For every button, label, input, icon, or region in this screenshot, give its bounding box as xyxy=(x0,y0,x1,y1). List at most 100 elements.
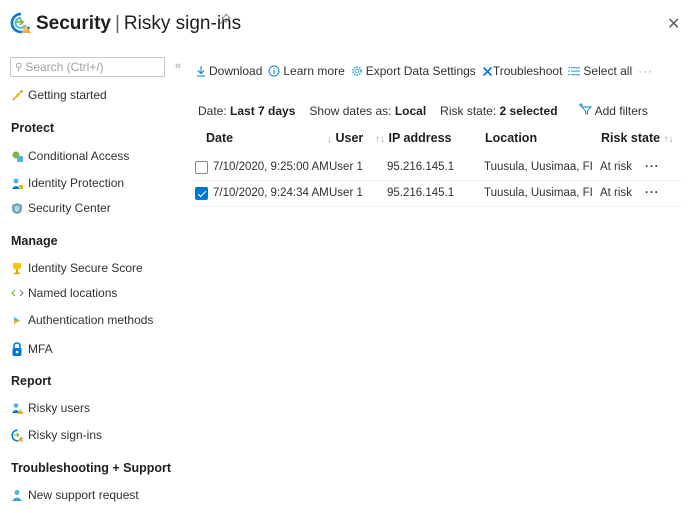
cell-ip-address: 95.216.145.1 xyxy=(387,161,455,173)
trophy-icon xyxy=(10,261,24,275)
sidebar-item-identity-protection[interactable]: Identity Protection xyxy=(10,176,124,190)
show-dates-filter-pill[interactable]: Show dates as: Local xyxy=(309,104,426,118)
cell-location: Tuusula, Uusimaa, FI xyxy=(484,161,593,173)
filter-bar: Date: Last 7 days Show dates as: Local R… xyxy=(198,103,648,118)
section-protect: Protect xyxy=(11,121,55,135)
sidebar-item-risky-sign-ins[interactable]: Risky sign-ins xyxy=(10,428,102,442)
add-filter-icon xyxy=(578,103,592,118)
command-bar: Download Learn more Export Data Settings… xyxy=(196,64,653,78)
sort-icon: ↑↓ xyxy=(375,134,385,145)
column-header-label: IP address xyxy=(388,131,452,145)
sidebar-item-label: Getting started xyxy=(28,88,107,102)
row-actions-button[interactable]: ··· xyxy=(645,161,660,173)
sidebar-item-conditional-access[interactable]: Conditional Access xyxy=(10,149,129,163)
column-header-location[interactable]: Location xyxy=(485,131,537,145)
date-filter-label: Date: xyxy=(198,103,227,118)
support-person-icon xyxy=(10,488,24,502)
sidebar-item-label: Security Center xyxy=(28,201,111,215)
cell-user: User 1 xyxy=(329,187,363,199)
sidebar-item-risky-users[interactable]: Risky users xyxy=(10,401,90,415)
code-brackets-icon xyxy=(10,286,24,300)
lock-icon xyxy=(10,341,24,356)
column-header-date[interactable]: Date xyxy=(206,131,233,145)
risk-state-value: 2 selected xyxy=(499,103,558,118)
rocket-icon xyxy=(10,88,24,102)
download-label: Download xyxy=(209,64,263,78)
sidebar-item-security-center[interactable]: Security Center xyxy=(10,201,111,215)
sidebar-item-label: Risky users xyxy=(28,401,91,415)
table-row[interactable]: 7/10/2020, 9:24:34 AM User 1 95.216.145.… xyxy=(192,181,682,207)
risk-state-filter-pill[interactable]: Risk state: 2 selected xyxy=(440,104,557,118)
column-header-label: Date xyxy=(206,131,234,145)
column-header-risk-state[interactable]: Risk state ↑↓ xyxy=(601,131,674,145)
page-title: Security | Risky sign-ins xyxy=(36,13,241,35)
shield-icon xyxy=(10,201,24,215)
section-report: Report xyxy=(11,374,52,388)
troubleshoot-button[interactable]: Troubleshoot xyxy=(482,64,563,78)
sidebar-item-new-support-request[interactable]: New support request xyxy=(10,488,139,502)
export-data-settings-button[interactable]: Export Data Settings xyxy=(351,64,476,78)
column-header-ip-address[interactable]: ↑↓ IP address xyxy=(375,131,452,145)
sidebar-item-mfa[interactable]: MFA xyxy=(10,341,53,356)
row-checkbox[interactable] xyxy=(195,161,208,174)
risky-signins-logo-icon xyxy=(10,12,31,34)
date-filter-pill[interactable]: Date: Last 7 days xyxy=(198,104,295,118)
date-filter-value: Last 7 days xyxy=(230,103,296,118)
select-all-button[interactable]: Select all xyxy=(568,64,632,78)
info-icon xyxy=(268,65,280,77)
sidebar-item-label: MFA xyxy=(28,342,53,356)
sidebar-item-label: New support request xyxy=(28,488,139,502)
add-filters-button[interactable]: Add filters xyxy=(578,103,648,118)
search-input[interactable] xyxy=(25,60,156,74)
sidebar-item-label: Identity Secure Score xyxy=(28,261,143,275)
download-button[interactable]: Download xyxy=(196,64,262,78)
learn-more-button[interactable]: Learn more xyxy=(268,64,345,78)
cell-ip-address: 95.216.145.1 xyxy=(387,187,455,199)
sort-icon: ↑↓ xyxy=(663,134,674,145)
column-header-user[interactable]: ↓ User xyxy=(327,131,363,145)
search-box[interactable]: ⚲ xyxy=(10,57,165,77)
select-all-label: Select all xyxy=(583,64,633,78)
close-icon[interactable]: ✕ xyxy=(667,14,680,34)
identity-protection-icon xyxy=(10,176,24,190)
row-checkbox[interactable] xyxy=(195,187,208,200)
sidebar-item-label: Authentication methods xyxy=(28,313,154,327)
list-icon xyxy=(568,66,581,77)
sidebar-item-named-locations[interactable]: Named locations xyxy=(10,286,117,300)
cell-risk-state: At risk xyxy=(600,161,632,173)
sidebar-item-authentication-methods[interactable]: Authentication methods xyxy=(10,313,153,327)
sidebar-item-identity-secure-score[interactable]: Identity Secure Score xyxy=(10,261,143,275)
title-separator: | xyxy=(114,13,120,34)
cell-user: User 1 xyxy=(329,161,363,173)
sort-descending-icon: ↓ xyxy=(327,134,332,145)
search-icon: ⚲ xyxy=(15,61,23,73)
column-header-label: Location xyxy=(485,131,538,145)
export-data-settings-label: Export Data Settings xyxy=(365,64,476,78)
wrench-cross-icon xyxy=(482,66,493,77)
column-header-label: User xyxy=(335,131,364,145)
cell-date: 7/10/2020, 9:25:00 AM xyxy=(213,161,329,173)
pin-icon[interactable] xyxy=(219,13,231,28)
table-row[interactable]: 7/10/2020, 9:25:00 AM User 1 95.216.145.… xyxy=(192,155,682,181)
add-filters-label: Add filters xyxy=(594,103,648,118)
collapse-sidebar-button[interactable]: « xyxy=(175,60,181,72)
download-icon xyxy=(196,65,206,77)
section-troubleshooting-support: Troubleshooting + Support xyxy=(11,461,172,475)
sidebar-item-label: Conditional Access xyxy=(28,149,130,163)
row-actions-button[interactable]: ··· xyxy=(645,187,660,199)
conditional-access-icon xyxy=(10,149,24,163)
sidebar-item-getting-started[interactable]: Getting started xyxy=(10,88,107,102)
sidebar-item-label: Named locations xyxy=(28,286,118,300)
show-dates-label: Show dates as: xyxy=(309,103,392,118)
page-header: Security | Risky sign-ins ✕ xyxy=(0,0,688,50)
show-dates-value: Local xyxy=(394,103,427,118)
sidebar-item-label: Risky sign-ins xyxy=(28,428,103,442)
sidebar-item-label: Identity Protection xyxy=(28,176,125,190)
app-title: Security xyxy=(36,13,111,34)
cell-risk-state: At risk xyxy=(600,187,632,199)
troubleshoot-label: Troubleshoot xyxy=(492,64,563,78)
risky-users-icon xyxy=(10,401,24,415)
more-options-icon[interactable]: ··· xyxy=(638,64,653,78)
section-manage: Manage xyxy=(11,234,58,248)
cell-date: 7/10/2020, 9:24:34 AM xyxy=(213,187,329,199)
